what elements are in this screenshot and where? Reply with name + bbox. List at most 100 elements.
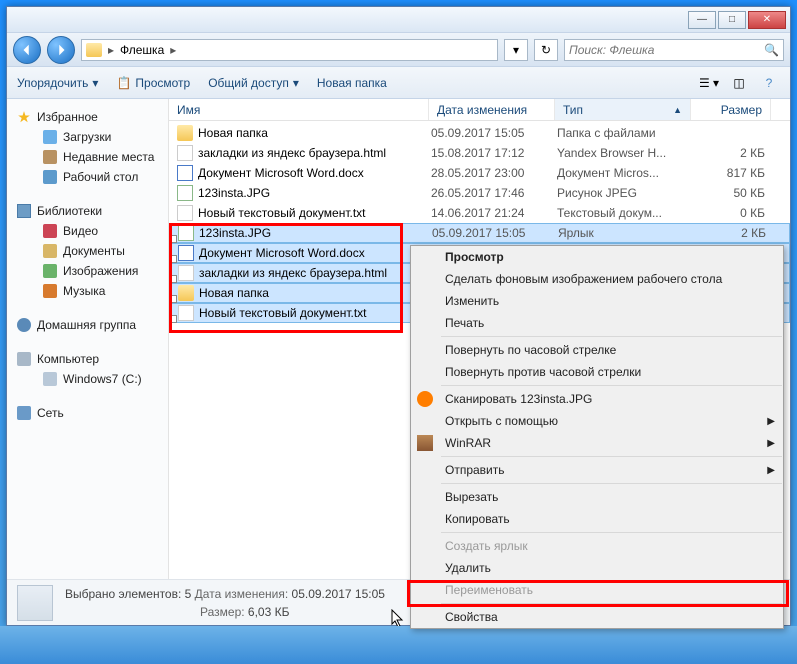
file-row[interactable]: 123insta.JPG05.09.2017 15:05Ярлык2 КБ [169, 223, 790, 243]
file-type-icon [177, 125, 193, 141]
file-row[interactable]: закладки из яндекс браузера.html 15.08.20… [169, 143, 790, 163]
file-row[interactable]: Новая папка05.09.2017 15:05Папка с файла… [169, 123, 790, 143]
cm-send-to[interactable]: Отправить▶ [411, 459, 783, 481]
sidebar-drive-c[interactable]: Windows7 (C:) [7, 369, 168, 389]
navbar: ▸ Флешка ▸ ▾ ↻ 🔍 [7, 33, 790, 67]
file-name-label: Новая папка [199, 286, 269, 300]
submenu-arrow-icon: ▶ [767, 438, 775, 449]
cm-rotate-cw[interactable]: Повернуть по часовой стрелке [411, 339, 783, 361]
close-button[interactable]: ✕ [748, 11, 786, 29]
cm-create-shortcut: Создать ярлык [411, 535, 783, 557]
sidebar-images[interactable]: Изображения [7, 261, 168, 281]
shortcut-arrow-icon [169, 295, 177, 303]
col-date[interactable]: Дата изменения [429, 99, 555, 120]
drive-icon [43, 372, 57, 386]
cm-rename: Переименовать [411, 579, 783, 601]
libraries-icon [17, 204, 31, 218]
search-box[interactable]: 🔍 [564, 39, 784, 61]
file-date: 14.06.2017 21:24 [431, 206, 557, 220]
sidebar-recent[interactable]: Недавние места [7, 147, 168, 167]
col-size[interactable]: Размер [691, 99, 771, 120]
recent-places-icon [43, 150, 57, 164]
organize-menu[interactable]: Упорядочить ▾ [17, 76, 98, 90]
cm-separator [441, 385, 782, 386]
file-type-icon [178, 225, 194, 241]
forward-arrow-icon [54, 43, 68, 57]
cm-copy[interactable]: Копировать [411, 508, 783, 530]
sidebar-video[interactable]: Видео [7, 221, 168, 241]
minimize-button[interactable]: — [688, 11, 716, 29]
file-type-icon [178, 245, 194, 261]
file-size: 0 КБ [693, 206, 773, 220]
file-date: 28.05.2017 23:00 [431, 166, 557, 180]
cm-separator [441, 532, 782, 533]
file-name-label: закладки из яндекс браузера.html [198, 146, 386, 160]
view-button[interactable]: 📋 Просмотр [116, 76, 190, 90]
col-type[interactable]: Тип ▲ [555, 99, 691, 120]
breadcrumb-folder[interactable]: Флешка [120, 43, 164, 57]
new-folder-button[interactable]: Новая папка [317, 76, 387, 90]
star-icon [17, 110, 31, 124]
desktop-icon [43, 170, 57, 184]
sidebar-homegroup[interactable]: Домашняя группа [7, 315, 168, 335]
refresh-button[interactable]: ↻ [534, 39, 558, 61]
file-type: Текстовый докум... [557, 206, 693, 220]
cm-open-with[interactable]: Открыть с помощью▶ [411, 410, 783, 432]
shortcut-arrow-icon [169, 275, 177, 283]
sidebar-favorites[interactable]: Избранное [7, 107, 168, 127]
breadcrumb-sep-icon: ▸ [170, 43, 176, 57]
file-row[interactable]: Новый текстовый документ.txt 14.06.2017 2… [169, 203, 790, 223]
cm-view[interactable]: Просмотр [411, 246, 783, 268]
file-type: Рисунок JPEG [557, 186, 693, 200]
sidebar-network[interactable]: Сеть [7, 403, 168, 423]
cm-cut[interactable]: Вырезать [411, 486, 783, 508]
back-button[interactable] [13, 36, 41, 64]
breadcrumb[interactable]: ▸ Флешка ▸ [81, 39, 498, 61]
sidebar-downloads[interactable]: Загрузки [7, 127, 168, 147]
cm-separator [441, 603, 782, 604]
music-icon [43, 284, 57, 298]
preview-pane-button[interactable]: ◫ [728, 72, 750, 94]
file-name-label: 123insta.JPG [199, 226, 271, 240]
sidebar-music[interactable]: Музыка [7, 281, 168, 301]
cm-print[interactable]: Печать [411, 312, 783, 334]
search-input[interactable] [569, 43, 764, 57]
file-date: 05.09.2017 15:05 [431, 126, 557, 140]
breadcrumb-dropdown[interactable]: ▾ [504, 39, 528, 61]
cm-change[interactable]: Изменить [411, 290, 783, 312]
submenu-arrow-icon: ▶ [767, 416, 775, 427]
titlebar: — □ ✕ [7, 7, 790, 33]
col-name[interactable]: Имя [169, 99, 429, 120]
help-button[interactable]: ? [758, 72, 780, 94]
file-name-label: Документ Microsoft Word.docx [199, 246, 365, 260]
file-type: Ярлык [558, 226, 694, 240]
sidebar-libraries[interactable]: Библиотеки [7, 201, 168, 221]
file-name-label: закладки из яндекс браузера.html [199, 266, 387, 280]
cm-set-wallpaper[interactable]: Сделать фоновым изображением рабочего ст… [411, 268, 783, 290]
cm-winrar[interactable]: WinRAR▶ [411, 432, 783, 454]
file-size: 2 КБ [694, 226, 774, 240]
cm-scan[interactable]: Сканировать 123insta.JPG [411, 388, 783, 410]
downloads-icon [43, 130, 57, 144]
cm-properties[interactable]: Свойства [411, 606, 783, 628]
search-icon: 🔍 [764, 43, 779, 57]
cm-delete[interactable]: Удалить [411, 557, 783, 579]
taskbar[interactable] [0, 626, 797, 664]
file-size: 50 КБ [693, 186, 773, 200]
file-type: Документ Micros... [557, 166, 693, 180]
sidebar-computer[interactable]: Компьютер [7, 349, 168, 369]
file-row[interactable]: 123insta.JPG26.05.2017 17:46Рисунок JPEG… [169, 183, 790, 203]
forward-button[interactable] [47, 36, 75, 64]
sidebar-desktop[interactable]: Рабочий стол [7, 167, 168, 187]
submenu-arrow-icon: ▶ [767, 465, 775, 476]
maximize-button[interactable]: □ [718, 11, 746, 29]
sidebar-documents[interactable]: Документы [7, 241, 168, 261]
file-date: 15.08.2017 17:12 [431, 146, 557, 160]
documents-icon [43, 244, 57, 258]
view-mode-button[interactable]: ☰ ▾ [698, 72, 720, 94]
file-row[interactable]: Документ Microsoft Word.docx 28.05.2017 2… [169, 163, 790, 183]
file-name-label: Документ Microsoft Word.docx [198, 166, 364, 180]
file-name-label: Новый текстовый документ.txt [198, 206, 366, 220]
cm-rotate-ccw[interactable]: Повернуть против часовой стрелки [411, 361, 783, 383]
share-menu[interactable]: Общий доступ ▾ [208, 76, 299, 90]
